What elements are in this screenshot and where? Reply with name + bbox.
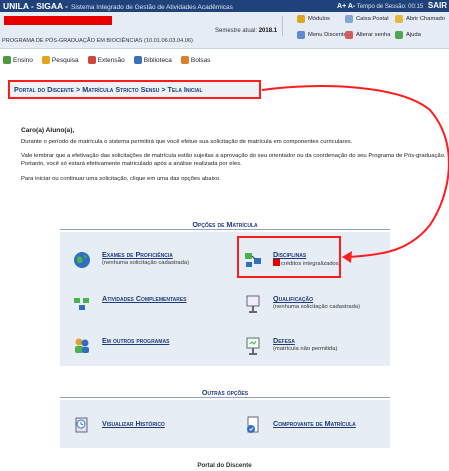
redacted-user-name: [4, 16, 112, 25]
option-title[interactable]: Em outros programas: [102, 336, 169, 345]
defense-option[interactable]: Defesa (matrícula não permitida): [243, 336, 337, 356]
other-options-title: Outras opções: [60, 388, 390, 398]
approval-notice-line1: Vale lembrar que a efetivação das solici…: [21, 153, 446, 159]
qualification-icon: [243, 294, 263, 314]
menu-extensao[interactable]: Extensão: [85, 56, 125, 64]
font-size-controls[interactable]: A+ A-: [337, 3, 355, 10]
globe-icon: [72, 250, 92, 270]
users-icon: [72, 336, 92, 356]
modules-link[interactable]: Módulos: [297, 14, 330, 24]
enrollment-options-title: Opções de Matrícula: [60, 220, 390, 230]
change-password-link[interactable]: Alterar senha: [345, 30, 390, 40]
option-description: (nenhuma solicitação cadastrada): [102, 260, 190, 266]
option-description: (matrícula não permitida): [273, 346, 338, 352]
enrollment-receipt-option[interactable]: Comprovante de Matrícula: [243, 415, 356, 435]
option-title[interactable]: Qualificação: [273, 294, 360, 303]
option-title[interactable]: Exames de Proficiência: [102, 250, 189, 259]
option-title[interactable]: Defesa: [273, 336, 337, 345]
research-icon: [41, 56, 50, 64]
approval-notice-line2: Portanto, você só estará efetivamente ma…: [21, 161, 242, 167]
mailbox-icon: [345, 15, 353, 23]
view-history-option[interactable]: Visualizar Histórico: [72, 415, 165, 435]
complementary-activities-option[interactable]: Atividades Complementares: [72, 294, 187, 314]
program-name: PROGRAMA DE PÓS-GRADUAÇÃO EM BIOCIÊNCIAS…: [2, 38, 193, 44]
scholarship-icon: [180, 56, 189, 64]
mailbox-link[interactable]: Caixa Postal: [345, 14, 389, 24]
divider: [282, 16, 283, 36]
ticket-icon: [395, 15, 403, 23]
teaching-icon: [3, 56, 11, 64]
student-menu-link[interactable]: Menu Discente: [297, 30, 347, 40]
menu-pesquisa[interactable]: Pesquisa: [39, 56, 79, 64]
brand-name: UNILA - SIGAA -: [3, 1, 69, 11]
system-header: UNILA - SIGAA - Sistema Integrado de Gest…: [0, 0, 449, 12]
system-subtitle: Sistema Integrado de Gestão de Atividade…: [71, 4, 233, 11]
library-icon: [133, 56, 142, 64]
breadcrumb: Portal do Discente > Matrícula Stricto S…: [8, 80, 261, 99]
modules-icon: [297, 15, 305, 23]
logout-link[interactable]: SAIR: [428, 1, 447, 10]
qualification-option[interactable]: Qualificação (nenhuma solicitação cadast…: [243, 294, 360, 314]
student-menu-icon: [297, 31, 305, 39]
disciplines-highlight-box: [237, 236, 341, 278]
open-ticket-link[interactable]: Abrir Chamado: [395, 14, 445, 24]
option-title[interactable]: Comprovante de Matrícula: [273, 419, 356, 428]
menu-ensino[interactable]: Ensino: [0, 56, 33, 64]
password-icon: [345, 31, 353, 39]
user-info-bar: PROGRAMA DE PÓS-GRADUAÇÃO EM BIOCIÊNCIAS…: [0, 12, 449, 49]
help-icon: [395, 31, 403, 39]
defense-icon: [243, 336, 263, 356]
main-menu: Ensino Pesquisa Extensão Biblioteca Bols…: [0, 54, 216, 66]
menu-biblioteca[interactable]: Biblioteca: [131, 56, 172, 64]
option-title[interactable]: Visualizar Histórico: [102, 419, 165, 428]
other-programs-option[interactable]: Em outros programas: [72, 336, 169, 356]
footer-portal-link[interactable]: Portal do Discente: [0, 462, 449, 469]
activities-icon: [72, 294, 92, 314]
receipt-icon: [243, 415, 263, 435]
history-icon: [72, 415, 92, 435]
session-timer: Tempo de Sessão: 00:15: [356, 4, 424, 10]
option-description: (nenhuma solicitação cadastrada): [273, 304, 361, 310]
current-semester: Semestre atual: 2018.1: [215, 28, 278, 34]
extension-icon: [87, 56, 96, 64]
help-link[interactable]: Ajuda: [395, 30, 421, 40]
greeting: Caro(a) Aluno(a),: [21, 127, 75, 134]
instruction-paragraph: Para iniciar ou continuar uma solicitaçã…: [21, 176, 221, 182]
menu-bolsas[interactable]: Bolsas: [178, 56, 210, 64]
proficiency-exams-option[interactable]: Exames de Proficiência (nenhuma solicita…: [72, 250, 189, 270]
intro-paragraph: Durante o período de matrícula o sistema…: [21, 139, 353, 145]
option-title[interactable]: Atividades Complementares: [102, 294, 187, 303]
